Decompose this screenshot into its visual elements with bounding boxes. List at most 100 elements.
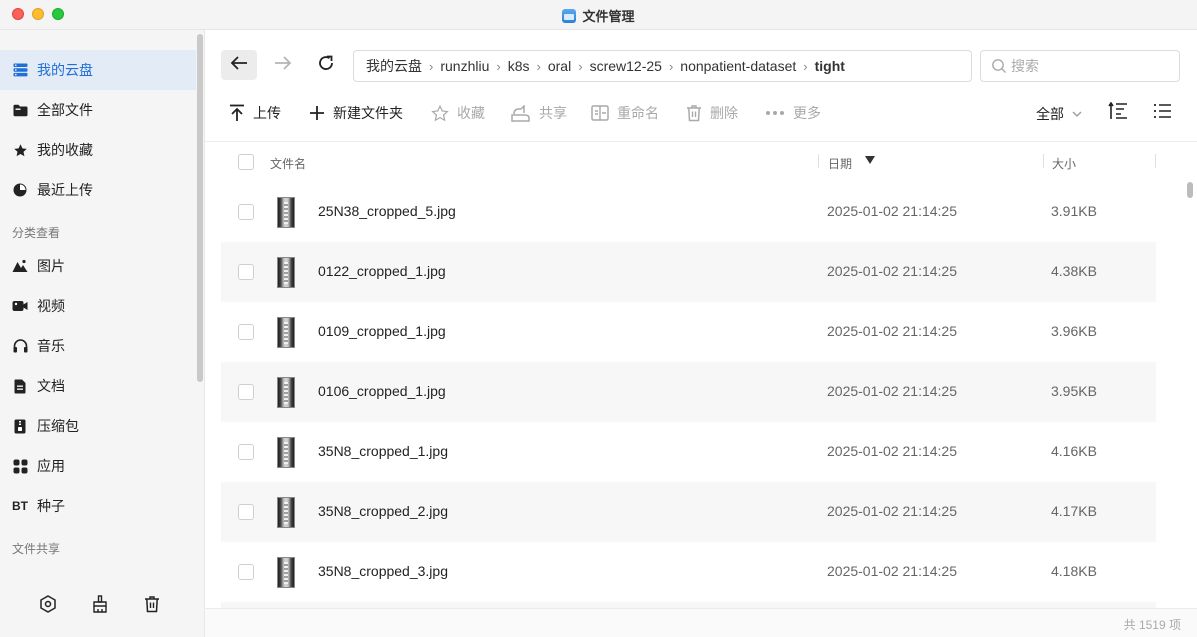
sidebar-item-my-cloud[interactable]: 我的云盘 bbox=[0, 50, 196, 90]
sidebar-item-label: 种子 bbox=[37, 498, 65, 514]
breadcrumb-item[interactable]: nonpatient-dataset bbox=[680, 58, 796, 74]
headphones-icon bbox=[12, 338, 28, 354]
column-divider[interactable] bbox=[818, 154, 819, 168]
sidebar-item-apps[interactable]: 应用 bbox=[0, 446, 196, 486]
sidebar-item-label: 音乐 bbox=[37, 338, 65, 354]
sidebar-item-label: 文档 bbox=[37, 378, 65, 394]
file-date: 2025-01-02 21:14:25 bbox=[827, 203, 957, 219]
rename-button[interactable]: 重命名 bbox=[591, 102, 659, 124]
sidebar-scrollbar[interactable] bbox=[197, 34, 203, 382]
apps-grid-icon bbox=[12, 458, 28, 474]
share-button[interactable]: 共享 bbox=[511, 102, 567, 124]
column-divider[interactable] bbox=[1155, 154, 1156, 168]
breadcrumb-current[interactable]: tight bbox=[815, 58, 845, 74]
image-thumbnail bbox=[277, 317, 295, 348]
header-date[interactable]: 日期 bbox=[828, 155, 852, 172]
refresh-button[interactable] bbox=[308, 50, 344, 80]
file-name[interactable]: 0122_cropped_1.jpg bbox=[318, 263, 446, 279]
cleanup-broom-icon[interactable] bbox=[88, 592, 112, 616]
breadcrumb-item[interactable]: 我的云盘 bbox=[366, 56, 422, 76]
document-icon bbox=[12, 378, 28, 394]
file-list-scrollbar[interactable] bbox=[1187, 182, 1193, 198]
section-share-title: 文件共享 bbox=[12, 542, 61, 556]
list-view-button[interactable] bbox=[1151, 102, 1173, 124]
image-thumbnail bbox=[277, 377, 295, 408]
file-name[interactable]: 35N8_cropped_1.jpg bbox=[318, 443, 448, 459]
search-input[interactable]: 搜索 bbox=[980, 50, 1180, 82]
delete-button[interactable]: 删除 bbox=[686, 102, 738, 124]
file-date: 2025-01-02 21:14:25 bbox=[827, 323, 957, 339]
sidebar-item-archives[interactable]: 压缩包 bbox=[0, 406, 196, 446]
row-checkbox[interactable] bbox=[238, 204, 254, 220]
table-row[interactable]: 35N8_cropped_1.jpg 2025-01-02 21:14:25 4… bbox=[221, 422, 1156, 482]
file-name[interactable]: 35N8_cropped_3.jpg bbox=[318, 563, 448, 579]
search-icon bbox=[991, 58, 1007, 74]
file-date: 2025-01-02 21:14:25 bbox=[827, 263, 957, 279]
sidebar-item-favorites[interactable]: 我的收藏 bbox=[0, 130, 196, 170]
row-checkbox[interactable] bbox=[238, 564, 254, 580]
file-size: 4.17KB bbox=[1051, 503, 1097, 519]
sort-icon bbox=[1108, 101, 1128, 125]
chevron-right-icon: › bbox=[578, 58, 583, 74]
file-size: 4.16KB bbox=[1051, 443, 1097, 459]
trash-icon[interactable] bbox=[140, 592, 164, 616]
header-size[interactable]: 大小 bbox=[1052, 155, 1076, 172]
upload-label: 上传 bbox=[253, 105, 281, 121]
back-button[interactable] bbox=[221, 50, 257, 80]
sort-desc-icon[interactable] bbox=[865, 156, 875, 164]
breadcrumb-item[interactable]: runzhliu bbox=[440, 58, 489, 74]
delete-label: 删除 bbox=[710, 105, 738, 121]
file-size: 3.91KB bbox=[1051, 203, 1097, 219]
file-name[interactable]: 0109_cropped_1.jpg bbox=[318, 323, 446, 339]
row-checkbox[interactable] bbox=[238, 504, 254, 520]
status-footer: 共 1519 项 bbox=[205, 608, 1197, 637]
sidebar-item-videos[interactable]: 视频 bbox=[0, 286, 196, 326]
table-row[interactable]: 35N8_cropped_2.jpg 2025-01-02 21:14:25 4… bbox=[221, 482, 1156, 542]
image-thumbnail bbox=[277, 197, 295, 228]
select-all-checkbox[interactable] bbox=[238, 154, 254, 170]
row-checkbox[interactable] bbox=[238, 444, 254, 460]
table-row[interactable]: 35N8_cropped_3.jpg 2025-01-02 21:14:25 4… bbox=[221, 542, 1156, 602]
row-checkbox[interactable] bbox=[238, 324, 254, 340]
sidebar-item-torrents[interactable]: BT 种子 bbox=[0, 486, 196, 526]
image-thumbnail bbox=[277, 497, 295, 528]
new-folder-button[interactable]: 新建文件夹 bbox=[309, 102, 403, 124]
file-name[interactable]: 0106_cropped_1.jpg bbox=[318, 383, 446, 399]
sidebar: 我的云盘 全部文件 我的收藏 最近上传 分类查看 图片 视频 音乐 文档 压缩包… bbox=[0, 30, 205, 637]
filter-dropdown[interactable]: 全部 bbox=[1036, 104, 1082, 124]
more-button[interactable]: 更多 bbox=[765, 102, 821, 124]
file-name[interactable]: 25N38_cropped_5.jpg bbox=[318, 203, 456, 219]
sidebar-item-documents[interactable]: 文档 bbox=[0, 366, 196, 406]
header-name[interactable]: 文件名 bbox=[270, 155, 306, 172]
upload-button[interactable]: 上传 bbox=[229, 102, 281, 124]
sidebar-item-all-files[interactable]: 全部文件 bbox=[0, 90, 196, 130]
table-row[interactable]: 0109_cropped_1.jpg 2025-01-02 21:14:25 3… bbox=[221, 302, 1156, 362]
settings-hex-icon[interactable] bbox=[36, 592, 60, 616]
sort-view-button[interactable] bbox=[1107, 101, 1129, 125]
breadcrumb-item[interactable]: oral bbox=[548, 58, 571, 74]
image-icon bbox=[12, 258, 28, 274]
sidebar-item-music[interactable]: 音乐 bbox=[0, 326, 196, 366]
sidebar-item-recent-uploads[interactable]: 最近上传 bbox=[0, 170, 196, 210]
breadcrumb-item[interactable]: screw12-25 bbox=[590, 58, 662, 74]
forward-button[interactable] bbox=[265, 50, 301, 80]
column-divider[interactable] bbox=[1043, 154, 1044, 168]
chevron-right-icon: › bbox=[536, 58, 541, 74]
row-checkbox[interactable] bbox=[238, 264, 254, 280]
sidebar-item-images[interactable]: 图片 bbox=[0, 246, 196, 286]
table-header: 文件名 日期 大小 bbox=[221, 142, 1156, 182]
file-name[interactable]: 35N8_cropped_2.jpg bbox=[318, 503, 448, 519]
app-icon bbox=[562, 9, 577, 23]
star-icon bbox=[12, 142, 28, 158]
breadcrumb: 我的云盘 › runzhliu › k8s › oral › screw12-2… bbox=[353, 50, 972, 82]
rename-label: 重命名 bbox=[617, 105, 659, 121]
sidebar-item-label: 我的云盘 bbox=[37, 62, 93, 78]
row-checkbox[interactable] bbox=[238, 384, 254, 400]
table-row[interactable]: 0122_cropped_1.jpg 2025-01-02 21:14:25 4… bbox=[221, 242, 1156, 302]
favorite-button[interactable]: 收藏 bbox=[431, 102, 485, 124]
table-row[interactable]: 0106_cropped_1.jpg 2025-01-02 21:14:25 3… bbox=[221, 362, 1156, 422]
table-row[interactable]: 25N38_cropped_5.jpg 2025-01-02 21:14:25 … bbox=[221, 182, 1156, 242]
sidebar-item-label: 压缩包 bbox=[37, 418, 79, 434]
breadcrumb-item[interactable]: k8s bbox=[508, 58, 530, 74]
search-placeholder: 搜索 bbox=[1011, 58, 1039, 74]
